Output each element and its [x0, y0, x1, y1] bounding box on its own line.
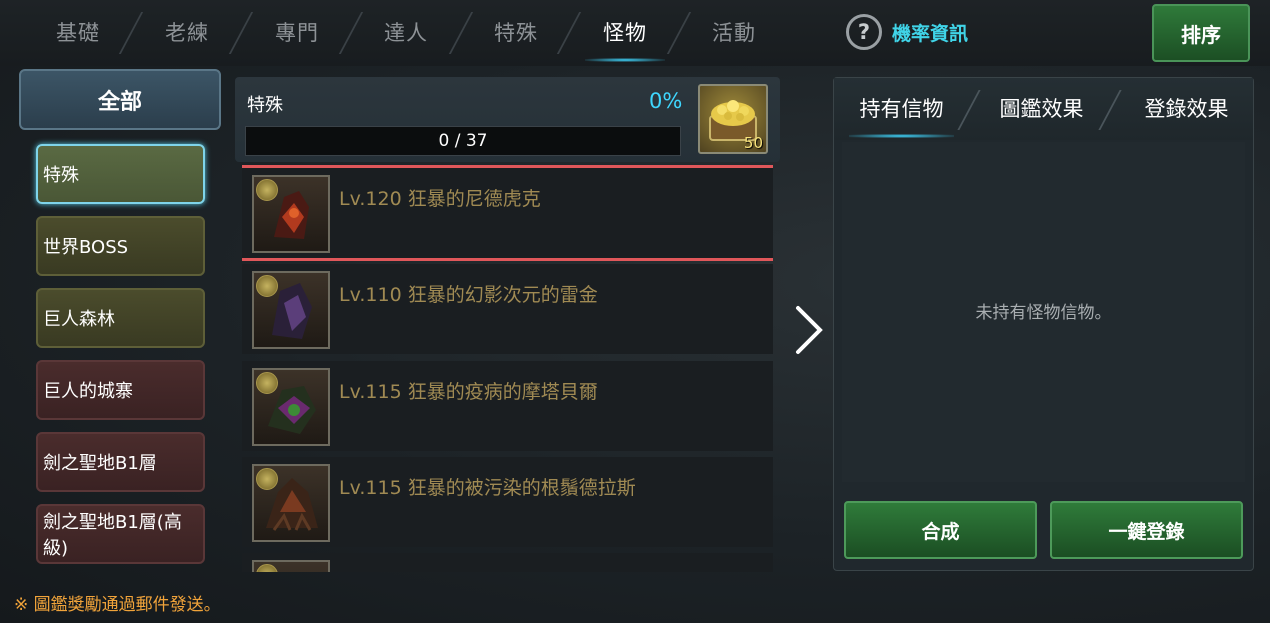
category-label: 劍之聖地B1層	[43, 453, 157, 474]
monster-portrait-icon	[252, 464, 330, 542]
monster-name: Lv.120 狂暴的尼德虎克	[339, 188, 541, 210]
monster-name: Lv.115 狂暴的疫病的摩塔貝爾	[339, 381, 598, 403]
tab-monster[interactable]: 怪物	[570, 0, 680, 64]
monster-list-item[interactable]: Lv.115 狂暴的被污染的根鬚德拉斯	[242, 457, 773, 547]
register-all-button[interactable]: 一鍵登錄	[1050, 501, 1243, 559]
token-content: 未持有怪物信物。	[842, 142, 1245, 482]
reward-item[interactable]: 50	[698, 84, 768, 154]
monster-list-item[interactable]: Lv.115 狂暴的疫病的摩塔貝爾	[242, 361, 773, 451]
question-icon: ?	[846, 14, 882, 50]
tab-basic[interactable]: 基礎	[23, 0, 133, 64]
category-special[interactable]: 特殊	[36, 144, 205, 204]
category-label: 巨人的城寨	[43, 381, 133, 402]
tab-event[interactable]: 活動	[679, 0, 789, 64]
monster-list-item[interactable]	[242, 553, 773, 572]
category-giant-forest[interactable]: 巨人森林	[36, 288, 205, 348]
medal-icon	[256, 372, 278, 394]
monster-portrait-icon	[252, 271, 330, 349]
probability-info-label: 機率資訊	[892, 22, 969, 45]
token-panel: 持有信物 圖鑑效果 登錄效果 未持有怪物信物。 合成 一鍵登錄	[833, 77, 1254, 571]
collection-progress-panel: 特殊 0% 0 / 37 50	[235, 77, 780, 162]
mail-reward-note: ※ 圖鑑獎勵通過郵件發送。	[14, 595, 221, 615]
tab-separator	[957, 90, 981, 130]
tab-collection-effect[interactable]: 圖鑑效果	[984, 78, 1099, 138]
monster-name: Lv.110 狂暴的幻影次元的雷金	[339, 284, 598, 306]
tab-specialist[interactable]: 專門	[242, 0, 352, 64]
category-label: 世界BOSS	[43, 237, 129, 258]
tab-owned-tokens[interactable]: 持有信物	[844, 78, 959, 138]
progress-bar: 0 / 37	[245, 126, 681, 156]
category-sword-sanctuary-b1-advanced[interactable]: 劍之聖地B1層(高級)	[36, 504, 205, 564]
right-tab-bar: 持有信物 圖鑑效果 登錄效果	[834, 78, 1253, 140]
top-tab-bar: 基礎 老練 專門 達人 特殊 怪物 活動 ? 機率資訊 排序	[0, 0, 1270, 66]
monster-portrait-icon	[252, 175, 330, 253]
tab-special[interactable]: 特殊	[461, 0, 571, 64]
category-label: 劍之聖地B1層(高級)	[43, 512, 182, 559]
reward-count: 50	[743, 134, 763, 152]
medal-icon	[256, 275, 278, 297]
empty-message: 未持有怪物信物。	[975, 303, 1112, 323]
monster-list[interactable]: Lv.120 狂暴的尼德虎克 Lv.110 狂暴的幻影次元的雷金 Lv.115 …	[242, 165, 773, 572]
category-world-boss[interactable]: 世界BOSS	[36, 216, 205, 276]
tab-separator	[1098, 90, 1122, 130]
medal-icon	[256, 468, 278, 490]
category-all-button[interactable]: 全部	[19, 69, 221, 130]
tab-registration-effect[interactable]: 登錄效果	[1129, 78, 1244, 138]
monster-list-item[interactable]: Lv.120 狂暴的尼德虎克	[242, 165, 773, 261]
category-sword-sanctuary-b1[interactable]: 劍之聖地B1層	[36, 432, 205, 492]
tab-master[interactable]: 達人	[351, 0, 461, 64]
progress-count: 0 / 37	[438, 131, 488, 151]
probability-info[interactable]: ? 機率資訊	[846, 14, 968, 50]
category-giant-fortress[interactable]: 巨人的城寨	[36, 360, 205, 420]
medal-icon	[256, 179, 278, 201]
monster-list-item[interactable]: Lv.110 狂暴的幻影次元的雷金	[242, 264, 773, 354]
combine-button[interactable]: 合成	[844, 501, 1037, 559]
monster-portrait-icon	[252, 560, 330, 572]
medal-icon	[256, 564, 278, 572]
monster-portrait-icon	[252, 368, 330, 446]
progress-percent: 0%	[649, 89, 683, 113]
category-label: 特殊	[43, 165, 79, 186]
monster-name: Lv.115 狂暴的被污染的根鬚德拉斯	[339, 477, 636, 499]
category-label: 巨人森林	[43, 309, 115, 330]
sort-button[interactable]: 排序	[1152, 4, 1250, 62]
tab-veteran[interactable]: 老練	[132, 0, 242, 64]
chevron-right-icon[interactable]	[790, 300, 830, 360]
progress-title: 特殊	[247, 95, 283, 116]
